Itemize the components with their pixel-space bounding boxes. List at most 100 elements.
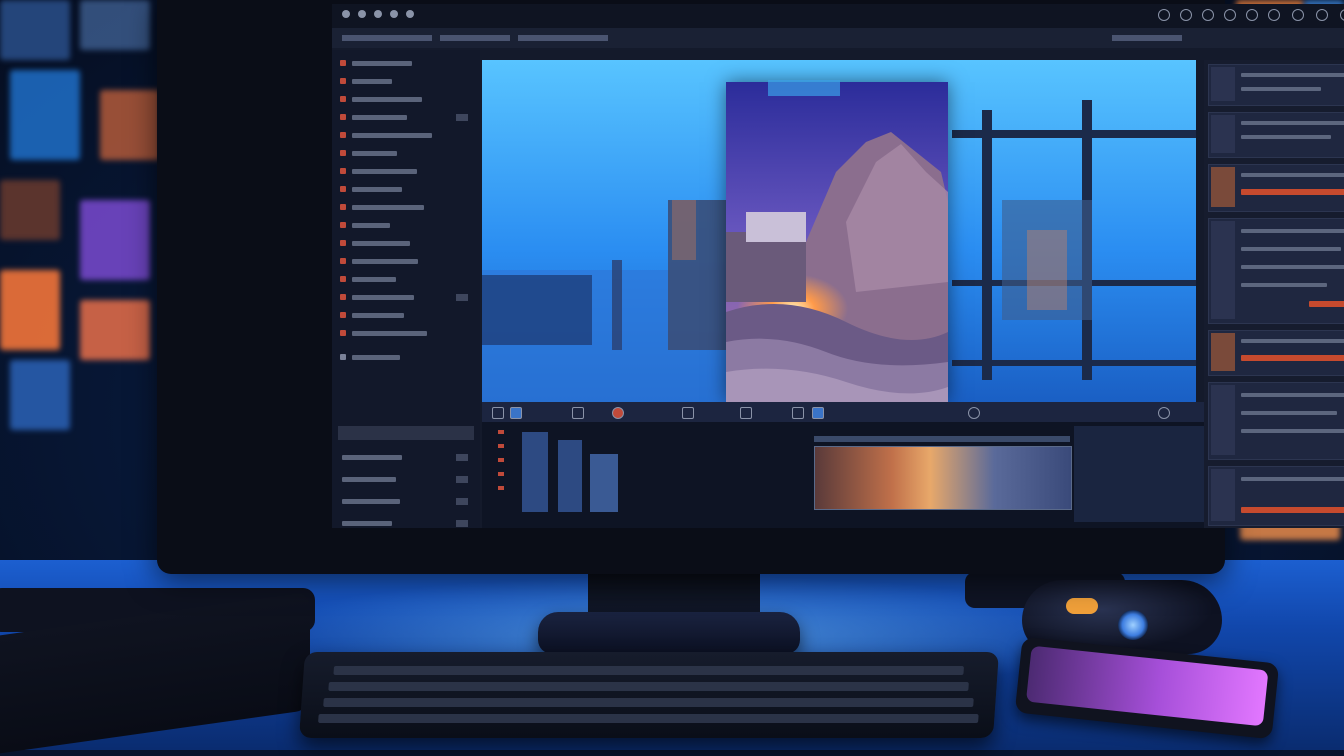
panel-row[interactable]	[338, 220, 474, 232]
key-row	[333, 666, 965, 675]
panel-row[interactable]	[338, 518, 474, 528]
app-menu-icon[interactable]	[358, 10, 366, 18]
panel-row[interactable]	[338, 184, 474, 196]
menu-item[interactable]	[518, 35, 608, 41]
effect-card[interactable]	[1208, 382, 1344, 460]
panel-row[interactable]	[338, 452, 474, 464]
panel-row[interactable]	[338, 202, 474, 214]
panel-row[interactable]	[338, 256, 474, 268]
menu-item[interactable]	[342, 35, 432, 41]
key-row	[318, 714, 979, 723]
item-icon	[340, 186, 346, 192]
effect-card[interactable]	[1208, 330, 1344, 376]
panel-row[interactable]	[338, 496, 474, 508]
panel-row[interactable]	[338, 310, 474, 322]
maximize-icon[interactable]	[1316, 9, 1328, 21]
keyboard	[298, 652, 1000, 738]
play-icon[interactable]	[1246, 9, 1258, 21]
key-row	[323, 698, 974, 707]
panel-row[interactable]	[338, 112, 474, 124]
app-menu-icon[interactable]	[342, 10, 350, 18]
item-icon	[340, 204, 346, 210]
app-menu-icon[interactable]	[390, 10, 398, 18]
effect-thumb	[1211, 115, 1235, 153]
app-menu-icon[interactable]	[406, 10, 414, 18]
audio-meter	[522, 432, 548, 512]
loop-icon[interactable]	[740, 407, 752, 419]
mountain-landscape-image	[726, 82, 948, 402]
menu-bar	[332, 28, 1344, 48]
item-icon	[340, 258, 346, 264]
bg-thumb	[0, 270, 60, 350]
item-icon	[340, 168, 346, 174]
clip-thumbnail[interactable]	[814, 446, 1072, 510]
bg-thumb	[0, 180, 60, 240]
menu-item[interactable]	[1112, 35, 1182, 41]
item-icon	[340, 312, 346, 318]
panel-row[interactable]	[338, 76, 474, 88]
panel-row[interactable]	[338, 130, 474, 142]
search-icon[interactable]	[1202, 9, 1214, 21]
item-icon	[340, 222, 346, 228]
layers-icon[interactable]	[1180, 9, 1192, 21]
mouse-scroll-wheel	[1118, 610, 1148, 640]
featured-clip-frame[interactable]	[726, 82, 948, 402]
item-icon	[340, 276, 346, 282]
item-icon	[340, 354, 346, 360]
layers-icon[interactable]	[682, 407, 694, 419]
marker-icon[interactable]	[792, 407, 804, 419]
effect-card[interactable]	[1208, 164, 1344, 212]
pause-icon[interactable]	[572, 407, 584, 419]
bg-thumb	[80, 300, 150, 360]
item-icon	[340, 150, 346, 156]
effect-card[interactable]	[1208, 466, 1344, 526]
panel-row[interactable]	[338, 474, 474, 486]
phone-screen	[1025, 645, 1269, 727]
app-menu-icon[interactable]	[374, 10, 382, 18]
settings-icon[interactable]	[1158, 407, 1170, 419]
minimize-icon[interactable]	[1292, 9, 1304, 21]
zoom-icon[interactable]	[968, 407, 980, 419]
panel-section-header[interactable]	[338, 426, 474, 440]
preview-viewer[interactable]	[482, 60, 1196, 402]
effect-thumb	[1211, 67, 1235, 101]
panel-row[interactable]	[338, 58, 474, 70]
menu-item[interactable]	[440, 35, 510, 41]
monitor-stand-base	[538, 612, 800, 654]
panel-row[interactable]	[338, 328, 474, 340]
monitor	[157, 0, 1344, 574]
fullscreen-icon[interactable]	[812, 407, 824, 419]
panel-row[interactable]	[338, 238, 474, 250]
item-icon	[340, 132, 346, 138]
bg-thumb	[10, 360, 70, 430]
effect-thumb	[1211, 221, 1235, 319]
clip-label-bar	[814, 436, 1070, 442]
panel-row[interactable]	[338, 352, 474, 364]
timeline-track-markers	[498, 430, 506, 510]
item-icon	[340, 78, 346, 84]
item-icon	[340, 294, 346, 300]
item-icon	[340, 240, 346, 246]
panel-row[interactable]	[338, 292, 474, 304]
effect-card[interactable]	[1208, 218, 1344, 324]
settings-icon[interactable]	[1158, 9, 1170, 21]
play-icon[interactable]	[510, 407, 522, 419]
audio-meter	[558, 440, 582, 512]
pause-icon[interactable]	[1268, 9, 1280, 21]
effect-thumb	[1211, 167, 1235, 207]
project-panel	[332, 50, 480, 528]
panel-row[interactable]	[338, 274, 474, 286]
close-icon[interactable]	[1340, 9, 1344, 21]
panel-row[interactable]	[338, 148, 474, 160]
effect-card[interactable]	[1208, 64, 1344, 106]
record-icon[interactable]	[1224, 9, 1236, 21]
bg-thumb	[80, 0, 150, 50]
effect-card[interactable]	[1208, 112, 1344, 158]
item-icon	[340, 114, 346, 120]
bg-thumb	[80, 200, 150, 280]
record-icon[interactable]	[612, 407, 624, 419]
panel-row[interactable]	[338, 94, 474, 106]
panel-row[interactable]	[338, 166, 474, 178]
item-icon	[340, 330, 346, 336]
skip-back-icon[interactable]	[492, 407, 504, 419]
